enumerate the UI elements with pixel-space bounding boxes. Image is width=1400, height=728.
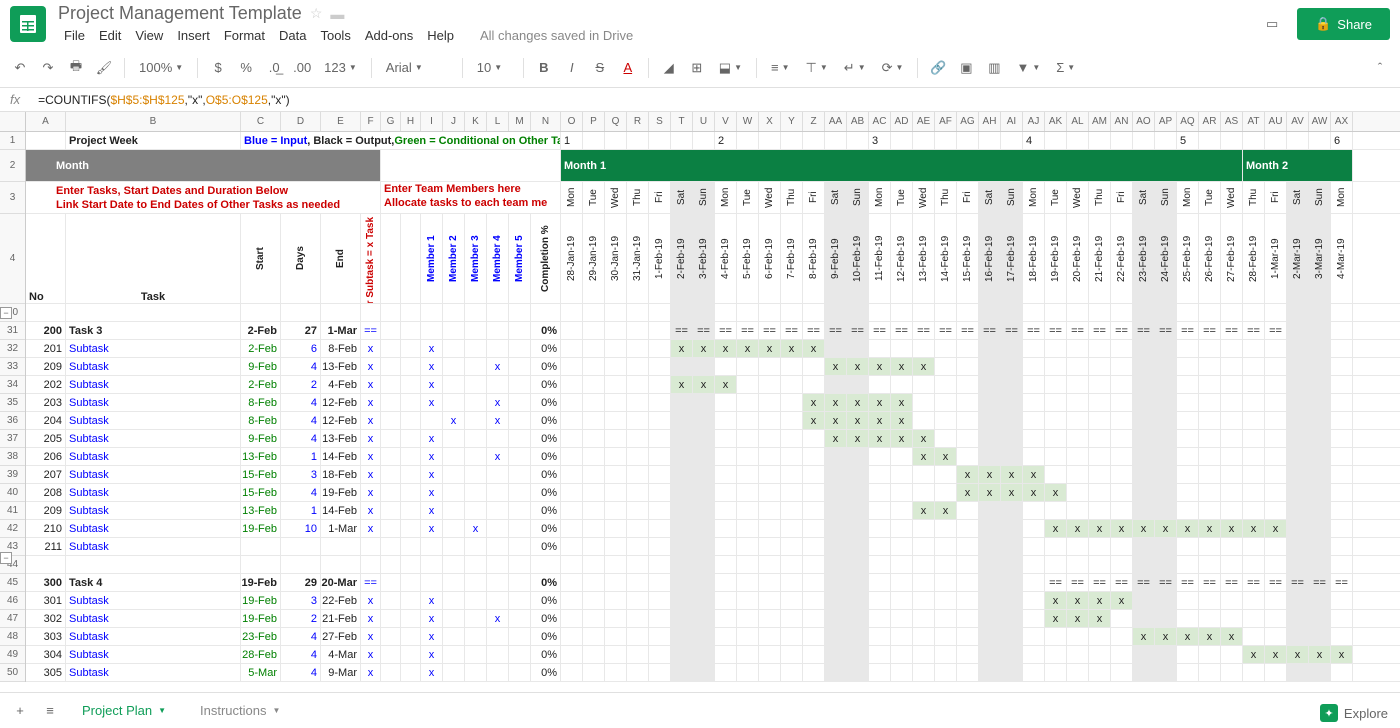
column-headers[interactable]: ABCDEFGHIJKLMNOPQRSTUVWXYZAAABACADAEAFAG… bbox=[0, 112, 1400, 132]
menu-format[interactable]: Format bbox=[218, 26, 271, 45]
menu-edit[interactable]: Edit bbox=[93, 26, 127, 45]
explore-button[interactable]: ✦Explore bbox=[1320, 704, 1388, 722]
lock-icon: 🔒 bbox=[1315, 16, 1331, 32]
comment-icon[interactable]: ▣ bbox=[956, 58, 976, 78]
all-sheets-icon[interactable]: ≡ bbox=[40, 701, 60, 721]
paint-format-icon[interactable]: 🖌 bbox=[94, 58, 114, 78]
menu-help[interactable]: Help bbox=[421, 26, 460, 45]
redo-icon[interactable]: ↷ bbox=[38, 58, 58, 78]
spreadsheet-cells[interactable]: Project WeekBlue = Input, Black = Output… bbox=[26, 132, 1400, 682]
collapse-toolbar-icon[interactable]: ˆ bbox=[1370, 58, 1390, 78]
folder-icon[interactable]: ▬ bbox=[330, 6, 344, 22]
valign-dropdown[interactable]: ⊤▼ bbox=[802, 58, 832, 78]
text-color-icon[interactable]: A bbox=[618, 58, 638, 78]
share-button[interactable]: 🔒 Share bbox=[1297, 8, 1390, 40]
formula-text: =COUNTIFS($H$5:$H$125,"x",O$5:O$125,"x") bbox=[38, 93, 290, 107]
undo-icon[interactable]: ↶ bbox=[10, 58, 30, 78]
currency-icon[interactable]: $ bbox=[208, 58, 228, 78]
chart-icon[interactable]: ▥ bbox=[984, 58, 1004, 78]
strike-icon[interactable]: S bbox=[590, 58, 610, 78]
group-collapse-1[interactable]: − bbox=[0, 307, 12, 319]
menu-addons[interactable]: Add-ons bbox=[359, 26, 419, 45]
comments-icon[interactable]: ▭ bbox=[1261, 13, 1283, 35]
fx-icon: fx bbox=[10, 92, 20, 107]
font-dropdown[interactable]: Arial▼ bbox=[382, 58, 452, 77]
document-title[interactable]: Project Management Template bbox=[58, 3, 302, 24]
zoom-dropdown[interactable]: 100%▼ bbox=[135, 58, 187, 77]
menu-bar: File Edit View Insert Format Data Tools … bbox=[58, 26, 1261, 45]
menu-file[interactable]: File bbox=[58, 26, 91, 45]
fill-color-icon[interactable]: ◢ bbox=[659, 58, 679, 78]
menu-view[interactable]: View bbox=[129, 26, 169, 45]
save-status: All changes saved in Drive bbox=[474, 26, 639, 45]
dec-increase-icon[interactable]: .00 bbox=[292, 58, 312, 78]
formula-bar[interactable]: fx =COUNTIFS($H$5:$H$125,"x",O$5:O$125,"… bbox=[0, 88, 1400, 112]
menu-insert[interactable]: Insert bbox=[171, 26, 216, 45]
wrap-dropdown[interactable]: ↵▼ bbox=[840, 58, 870, 78]
add-sheet-icon[interactable]: + bbox=[10, 701, 30, 721]
bold-icon[interactable]: B bbox=[534, 58, 554, 78]
sheet-tab-instructions[interactable]: Instructions▼ bbox=[188, 697, 292, 724]
functions-dropdown[interactable]: Σ▼ bbox=[1052, 58, 1079, 77]
borders-icon[interactable]: ⊞ bbox=[687, 58, 707, 78]
menu-tools[interactable]: Tools bbox=[314, 26, 356, 45]
group-collapse-2[interactable]: − bbox=[0, 552, 12, 564]
filter-dropdown[interactable]: ▼▼ bbox=[1012, 58, 1044, 77]
numformat-dropdown[interactable]: 123▼ bbox=[320, 58, 361, 77]
sheet-tab-project-plan[interactable]: Project Plan▼ bbox=[70, 697, 178, 724]
rotate-dropdown[interactable]: ⟳▼ bbox=[878, 58, 908, 78]
star-icon[interactable]: ☆ bbox=[310, 5, 323, 22]
percent-icon[interactable]: % bbox=[236, 58, 256, 78]
fontsize-dropdown[interactable]: 10▼ bbox=[473, 58, 513, 77]
link-icon[interactable]: 🔗 bbox=[928, 58, 948, 78]
explore-icon: ✦ bbox=[1320, 704, 1338, 722]
dec-decrease-icon[interactable]: .0̲ bbox=[264, 58, 284, 78]
sheets-logo[interactable] bbox=[10, 6, 46, 42]
italic-icon[interactable]: I bbox=[562, 58, 582, 78]
row-headers[interactable]: 1234303132333435363738394041424344454647… bbox=[0, 132, 26, 682]
menu-data[interactable]: Data bbox=[273, 26, 312, 45]
print-icon[interactable]: 🖶 bbox=[66, 58, 86, 78]
halign-dropdown[interactable]: ≡▼ bbox=[767, 58, 794, 77]
toolbar: ↶ ↷ 🖶 🖌 100%▼ $ % .0̲ .00 123▼ Arial▼ 10… bbox=[0, 48, 1400, 88]
merge-dropdown[interactable]: ⬓▼ bbox=[715, 58, 746, 78]
